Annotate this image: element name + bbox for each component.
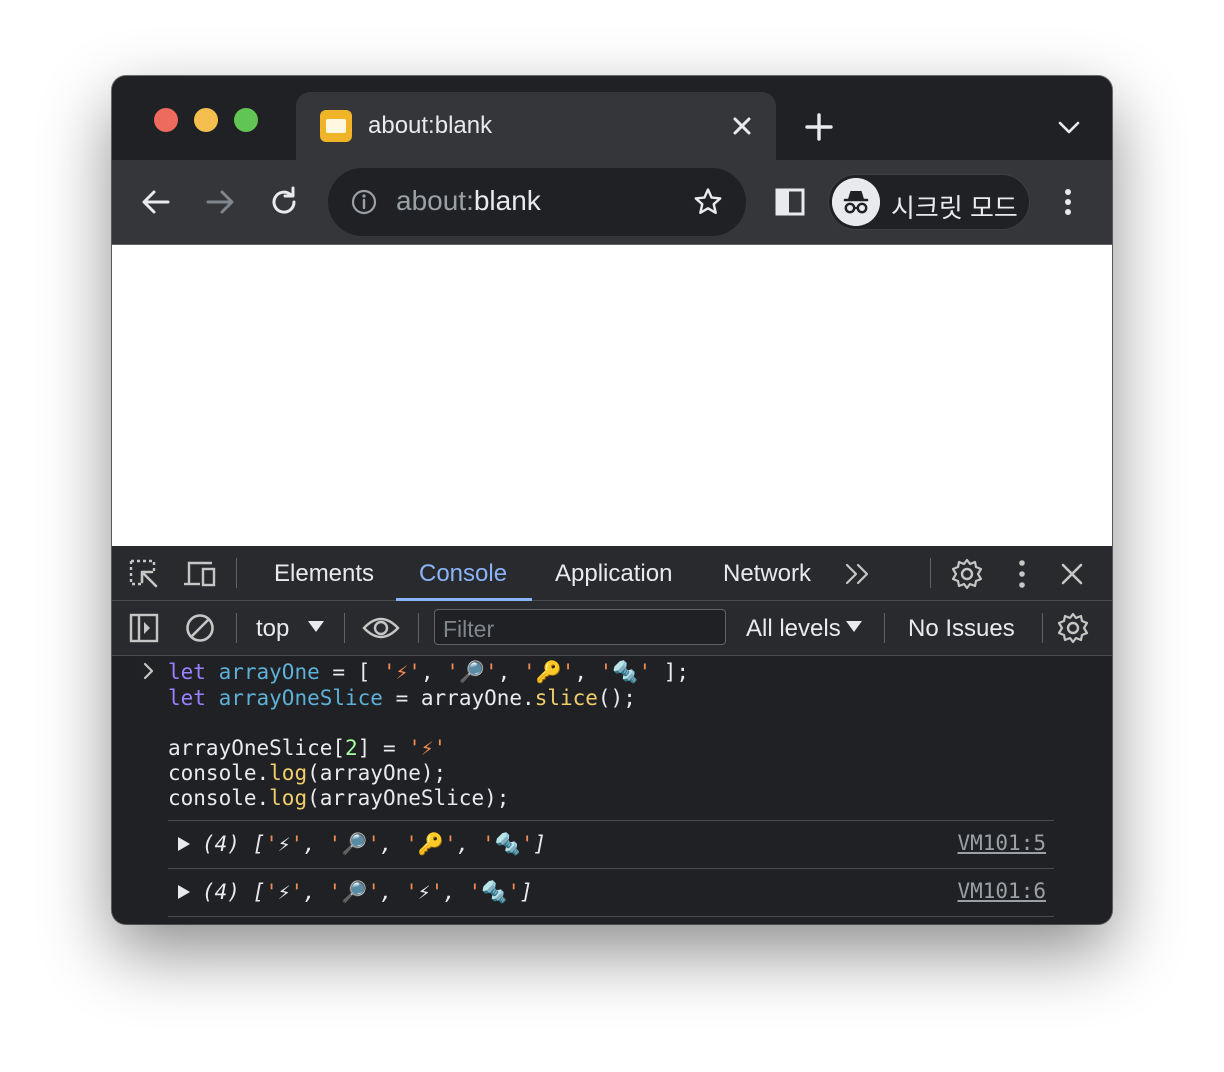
code-line-2: let arrayOneSlice = arrayOne.slice();	[168, 686, 636, 710]
sidebar-toggle-icon[interactable]	[128, 612, 160, 644]
close-devtools-icon[interactable]	[1058, 560, 1086, 588]
bookmark-star-icon[interactable]	[692, 186, 724, 218]
filter-placeholder: Filter	[443, 616, 495, 642]
page-viewport[interactable]	[112, 245, 1112, 546]
close-window-button[interactable]	[154, 108, 178, 132]
clear-console-icon[interactable]	[184, 612, 216, 644]
expand-triangle-icon[interactable]	[178, 837, 190, 851]
devtools-panel: Elements Console Application Network top…	[112, 546, 1112, 924]
divider	[930, 558, 931, 588]
log-levels-dropdown[interactable]: All levels	[746, 615, 841, 643]
incognito-label: 시크릿 모드	[891, 193, 1018, 223]
levels-dropdown-icon[interactable]	[846, 621, 862, 633]
source-link[interactable]: VM101:6	[957, 879, 1046, 903]
minimize-window-button[interactable]	[194, 108, 218, 132]
divider	[418, 613, 419, 643]
console-toolbar: top Filter All levels No Issues	[112, 601, 1112, 656]
filter-input[interactable]: Filter	[434, 609, 726, 645]
settings-gear-icon[interactable]	[950, 557, 984, 591]
inspect-element-icon[interactable]	[128, 558, 160, 590]
tab-application[interactable]: Application	[555, 560, 672, 588]
divider	[236, 613, 237, 643]
expand-triangle-icon[interactable]	[178, 885, 190, 899]
tab-title: about:blank	[368, 112, 493, 139]
info-icon[interactable]	[350, 188, 378, 216]
code-line-1: let arrayOne = [ '⚡', '🔎', '🔑', '🔩' ];	[168, 660, 690, 684]
issues-button[interactable]: No Issues	[908, 615, 1015, 643]
code-line-4: console.log(arrayOne);	[168, 761, 447, 785]
code-line-3: arrayOneSlice[2] = '⚡'	[168, 736, 447, 760]
context-dropdown-icon[interactable]	[308, 621, 324, 633]
chevron-down-icon[interactable]	[1056, 114, 1082, 140]
source-link[interactable]: VM101:5	[957, 831, 1046, 855]
devtools-menu-icon[interactable]	[1008, 558, 1036, 590]
array-preview: (4) ['⚡', '🔎', '⚡', '🔩']	[202, 880, 533, 904]
live-expression-eye-icon[interactable]	[362, 613, 400, 643]
kebab-menu-icon[interactable]	[1050, 184, 1086, 220]
more-tabs-chevrons-icon[interactable]	[844, 562, 872, 586]
incognito-profile-button[interactable]: 시크릿 모드	[828, 174, 1030, 230]
side-panel-icon[interactable]	[772, 184, 808, 220]
reload-icon[interactable]	[266, 184, 302, 220]
browser-toolbar: about:blank 시크릿 모드	[112, 160, 1112, 245]
console-log-row[interactable]: (4) ['⚡', '🔎', '🔑', '🔩'] VM101:5	[168, 820, 1054, 869]
url-text[interactable]: about:blank	[396, 185, 541, 217]
chevron-right-icon	[143, 662, 154, 680]
forward-arrow-icon[interactable]	[202, 184, 238, 220]
console-log-row[interactable]: (4) ['⚡', '🔎', '⚡', '🔩'] VM101:6	[168, 868, 1054, 917]
divider	[344, 613, 345, 643]
page-favicon-icon	[320, 110, 352, 142]
divider	[236, 558, 237, 588]
console-output[interactable]: let arrayOne = [ '⚡', '🔎', '🔑', '🔩' ]; l…	[112, 656, 1112, 924]
device-toolbar-icon[interactable]	[182, 558, 218, 590]
context-selector[interactable]: top	[256, 615, 289, 643]
browser-window: about:blank about:blank 시크릿 모드 Elements …	[112, 76, 1112, 924]
zoom-window-button[interactable]	[234, 108, 258, 132]
tab-strip: about:blank	[112, 76, 1112, 160]
incognito-icon	[832, 178, 880, 226]
tab-console[interactable]: Console	[419, 560, 507, 588]
tab-elements[interactable]: Elements	[274, 560, 374, 588]
divider	[884, 613, 885, 643]
tab-about-blank[interactable]: about:blank	[296, 92, 776, 160]
divider	[1042, 613, 1043, 643]
devtools-tab-bar: Elements Console Application Network	[112, 546, 1112, 601]
array-preview: (4) ['⚡', '🔎', '🔑', '🔩']	[202, 832, 547, 856]
back-arrow-icon[interactable]	[138, 184, 174, 220]
new-tab-plus-icon[interactable]	[802, 110, 836, 144]
code-line-5: console.log(arrayOneSlice);	[168, 786, 510, 810]
tab-network[interactable]: Network	[723, 560, 811, 588]
address-bar[interactable]: about:blank	[328, 168, 746, 236]
console-settings-gear-icon[interactable]	[1056, 611, 1090, 645]
close-icon[interactable]	[728, 112, 756, 140]
divider	[168, 916, 1054, 917]
